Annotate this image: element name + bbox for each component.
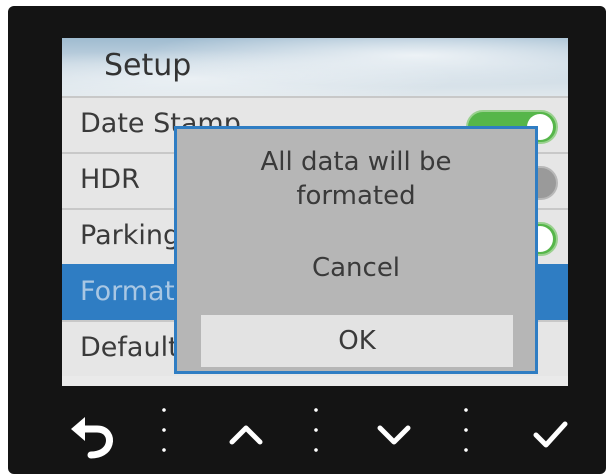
button-separator — [464, 400, 468, 460]
dialog-message-line: formated — [296, 181, 416, 211]
cancel-button[interactable]: Cancel — [177, 253, 535, 283]
menu-item-label: Format — [80, 276, 176, 307]
down-button[interactable] — [364, 404, 424, 464]
hardware-button-bar — [8, 392, 606, 474]
menu-item-label: HDR — [80, 164, 140, 195]
back-button[interactable] — [62, 404, 122, 464]
page-title: Setup — [104, 48, 192, 83]
up-arrow-icon — [229, 425, 263, 445]
up-button[interactable] — [216, 404, 276, 464]
confirm-button[interactable] — [520, 404, 580, 464]
menu-item-label: Parking — [80, 220, 181, 251]
ok-button[interactable]: OK — [201, 315, 513, 367]
dialog-message-line: All data will be — [260, 147, 452, 177]
button-separator — [162, 400, 166, 460]
button-separator — [314, 400, 318, 460]
down-arrow-icon — [377, 425, 411, 445]
checkmark-icon — [533, 421, 568, 448]
format-confirm-dialog: All data will be formated Cancel OK — [174, 126, 538, 374]
dialog-message: All data will be formated — [177, 145, 535, 213]
back-arrow-icon — [71, 417, 113, 459]
header-background: Setup — [62, 38, 568, 96]
menu-item-label: Default — [80, 332, 179, 363]
